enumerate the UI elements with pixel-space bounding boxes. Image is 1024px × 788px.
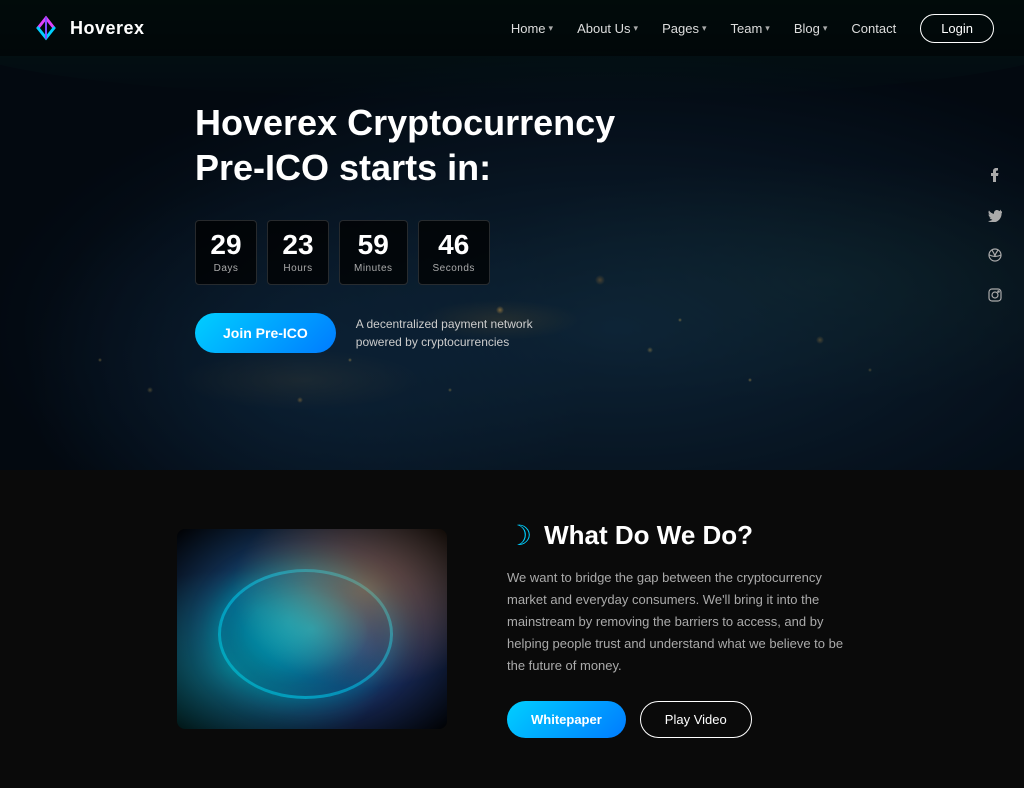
chevron-down-icon: ▾	[823, 23, 828, 34]
hero-title: Hoverex Cryptocurrency Pre-ICO starts in…	[195, 100, 695, 190]
social-sidebar	[982, 162, 1008, 308]
hours-value: 23	[282, 231, 314, 259]
minutes-label: Minutes	[354, 263, 393, 274]
seconds-value: 46	[433, 231, 475, 259]
crescent-icon: ☽	[507, 522, 532, 550]
about-heading-row: ☽ What Do We Do?	[507, 520, 847, 551]
facebook-icon[interactable]	[982, 162, 1008, 188]
nav-about[interactable]: About Us ▾	[577, 21, 638, 36]
nav-links: Home ▾ About Us ▾ Pages ▾ Team ▾ Blog ▾ …	[511, 14, 994, 43]
nav-contact[interactable]: Contact	[851, 21, 896, 36]
about-heading: What Do We Do?	[544, 520, 753, 551]
nav-blog[interactable]: Blog ▾	[794, 21, 828, 36]
nebula-glow	[177, 529, 447, 729]
login-button[interactable]: Login	[920, 14, 994, 43]
chevron-down-icon: ▾	[765, 23, 770, 34]
about-buttons: Whitepaper Play Video	[507, 701, 847, 738]
countdown-seconds: 46 Seconds	[418, 220, 490, 285]
countdown-days: 29 Days	[195, 220, 257, 285]
instagram-icon[interactable]	[982, 282, 1008, 308]
nav-pages[interactable]: Pages ▾	[662, 21, 706, 36]
countdown-hours: 23 Hours	[267, 220, 329, 285]
countdown-minutes: 59 Minutes	[339, 220, 408, 285]
chevron-down-icon: ▾	[702, 23, 707, 34]
about-section: ☽ What Do We Do? We want to bridge the g…	[0, 470, 1024, 788]
logo-text: Hoverex	[70, 18, 145, 39]
chevron-down-icon: ▾	[549, 23, 554, 34]
hours-label: Hours	[282, 263, 314, 274]
about-container: ☽ What Do We Do? We want to bridge the g…	[177, 520, 847, 738]
join-pre-ico-button[interactable]: Join Pre-ICO	[195, 313, 336, 353]
about-body: We want to bridge the gap between the cr…	[507, 567, 847, 677]
hero-tagline: A decentralized payment network powered …	[356, 315, 536, 351]
hero-cta: Join Pre-ICO A decentralized payment net…	[195, 313, 1024, 353]
nav-home[interactable]: Home ▾	[511, 21, 553, 36]
days-value: 29	[210, 231, 242, 259]
nebula-image	[177, 529, 447, 729]
hero-section: Hoverex Cryptocurrency Pre-ICO starts in…	[0, 0, 1024, 470]
days-label: Days	[210, 263, 242, 274]
logo-icon	[30, 12, 62, 44]
about-text: ☽ What Do We Do? We want to bridge the g…	[507, 520, 847, 738]
whitepaper-button[interactable]: Whitepaper	[507, 701, 626, 738]
logo[interactable]: Hoverex	[30, 12, 145, 44]
chevron-down-icon: ▾	[634, 23, 639, 34]
minutes-value: 59	[354, 231, 393, 259]
play-video-button[interactable]: Play Video	[640, 701, 752, 738]
navbar: Hoverex Home ▾ About Us ▾ Pages ▾ Team ▾…	[0, 0, 1024, 56]
nav-team[interactable]: Team ▾	[730, 21, 769, 36]
twitter-icon[interactable]	[982, 202, 1008, 228]
seconds-label: Seconds	[433, 263, 475, 274]
dribbble-icon[interactable]	[982, 242, 1008, 268]
countdown: 29 Days 23 Hours 59 Minutes 46 Seconds	[195, 220, 1024, 285]
